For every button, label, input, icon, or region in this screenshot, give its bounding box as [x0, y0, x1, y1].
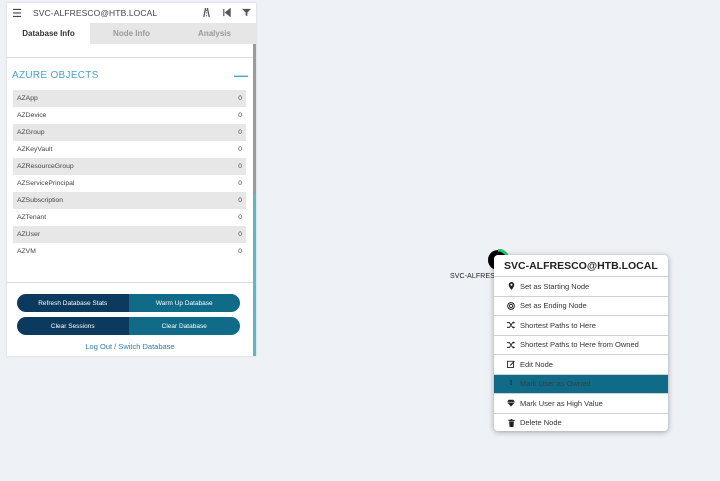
tab-node-info[interactable]: Node Info — [90, 23, 173, 44]
menu-item-label: Shortest Paths to Here from Owned — [520, 340, 639, 350]
menu-item-label: Set as Starting Node — [520, 281, 590, 291]
object-type: AZResourceGroup — [17, 163, 74, 170]
clear-sessions-button[interactable]: Clear Sessions — [17, 317, 129, 335]
menu-item-label: Mark User as Owned — [520, 379, 591, 389]
menu-item-set-ending-node[interactable]: Set as Ending Node — [494, 297, 668, 316]
filter-icon[interactable] — [236, 8, 256, 19]
refresh-database-stats-button[interactable]: Refresh Database Stats — [17, 294, 129, 312]
menu-item-label: Shortest Paths to Here — [520, 320, 596, 330]
azure-objects-list: AZApp 0 AZDevice 0 AZGroup 0 AZKeyVault 0 AZ… — [13, 90, 246, 260]
scrollbar-thumb[interactable] — [253, 194, 256, 356]
top-bar: ☰ SVC-ALFRESCO@HTB.LOCAL — [7, 3, 256, 23]
menu-item-mark-user-owned[interactable]: ! Mark User as Owned — [494, 374, 668, 394]
trash-icon — [506, 418, 516, 427]
map-pin-icon — [506, 282, 516, 291]
object-type: AZTenant — [17, 214, 47, 221]
azure-objects-header[interactable]: AZURE OBJECTS — — [12, 68, 248, 82]
left-panel: ☰ SVC-ALFRESCO@HTB.LOCAL Database Info N… — [7, 3, 256, 356]
warm-up-database-button[interactable]: Warm Up Database — [128, 294, 240, 312]
menu-item-label: Mark User as High Value — [520, 398, 603, 408]
menu-item-label: Delete Node — [520, 418, 562, 428]
shuffle-icon — [506, 321, 516, 329]
object-count: 0 — [238, 231, 242, 238]
list-item: AZKeyVault 0 — [13, 141, 246, 158]
list-item: AZDevice 0 — [13, 107, 246, 124]
menu-item-delete-node[interactable]: Delete Node — [494, 414, 668, 432]
object-count: 0 — [238, 248, 242, 255]
divider — [7, 282, 253, 283]
tab-analysis[interactable]: Analysis — [173, 23, 256, 44]
object-count: 0 — [238, 180, 242, 187]
menu-item-shortest-paths-from-owned[interactable]: Shortest Paths to Here from Owned — [494, 336, 668, 355]
object-count: 0 — [238, 163, 242, 170]
object-type: AZKeyVault — [17, 146, 53, 153]
object-type: AZApp — [17, 95, 38, 102]
node-context-menu: SVC-ALFRESCO@HTB.LOCAL Set as Starting N… — [494, 255, 668, 431]
object-type: AZSubscription — [17, 197, 64, 204]
exclamation-icon: ! — [509, 380, 513, 388]
list-item: AZSubscription 0 — [13, 192, 246, 209]
list-item: AZResourceGroup 0 — [13, 158, 246, 175]
list-item: AZTenant 0 — [13, 209, 246, 226]
database-info-pane: AZURE OBJECTS — AZApp 0 AZDevice 0 AZGroup… — [7, 44, 253, 356]
object-type: AZVM — [17, 248, 36, 255]
edit-icon — [506, 360, 516, 369]
shuffle-icon — [506, 341, 516, 349]
azure-objects-heading: AZURE OBJECTS — [12, 69, 99, 81]
hamburger-icon[interactable]: ☰ — [7, 7, 27, 20]
node-search-title[interactable]: SVC-ALFRESCO@HTB.LOCAL — [27, 8, 196, 18]
clear-database-button[interactable]: Clear Database — [128, 317, 240, 335]
scrollbar[interactable] — [253, 44, 256, 356]
tab-bar: Database Info Node Info Analysis — [7, 23, 256, 44]
tab-database-info[interactable]: Database Info — [7, 23, 90, 44]
path-icon[interactable] — [196, 7, 216, 19]
gem-icon — [506, 399, 516, 407]
target-icon — [506, 301, 516, 310]
context-menu-title: SVC-ALFRESCO@HTB.LOCAL — [494, 255, 668, 277]
logout-link[interactable]: Log Out / Switch Database — [7, 342, 253, 351]
object-count: 0 — [238, 95, 242, 102]
collapse-icon[interactable]: — — [234, 68, 248, 82]
divider — [7, 57, 253, 58]
object-count: 0 — [238, 146, 242, 153]
menu-item-label: Edit Node — [520, 359, 553, 369]
object-type: AZDevice — [17, 112, 47, 119]
object-type: AZUser — [17, 231, 41, 238]
list-item: AZUser 0 — [13, 226, 246, 243]
object-count: 0 — [238, 129, 242, 136]
object-count: 0 — [238, 197, 242, 204]
menu-item-label: Set as Ending Node — [520, 301, 587, 311]
list-item: AZServicePrincipal 0 — [13, 175, 246, 192]
list-item: AZApp 0 — [13, 90, 246, 107]
menu-item-set-starting-node[interactable]: Set as Starting Node — [494, 277, 668, 297]
object-count: 0 — [238, 214, 242, 221]
list-item: AZGroup 0 — [13, 124, 246, 141]
object-type: AZServicePrincipal — [17, 180, 75, 187]
menu-item-mark-high-value[interactable]: Mark User as High Value — [494, 394, 668, 414]
object-type: AZGroup — [17, 129, 45, 136]
menu-item-edit-node[interactable]: Edit Node — [494, 355, 668, 375]
object-count: 0 — [238, 112, 242, 119]
menu-item-shortest-paths-to-here[interactable]: Shortest Paths to Here — [494, 316, 668, 336]
list-item: AZVM 0 — [13, 243, 246, 260]
database-actions: Refresh Database Stats Warm Up Database … — [17, 294, 240, 340]
back-icon[interactable] — [216, 7, 236, 19]
